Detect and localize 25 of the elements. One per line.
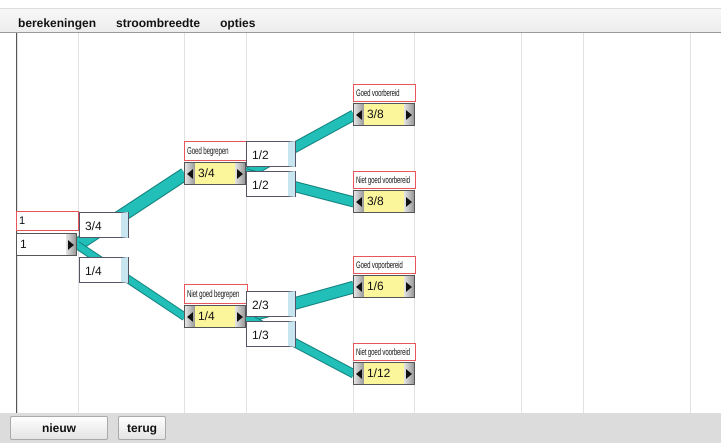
node-label: Niet goed voorbereid: [353, 171, 416, 189]
node-label: Goed voporbereid: [353, 256, 416, 274]
menu-item[interactable]: berekeningen: [18, 16, 96, 32]
branch-box: 1/4: [79, 257, 128, 283]
value-stepper[interactable]: 3/8: [353, 190, 415, 213]
action-button[interactable]: nieuw: [10, 416, 108, 440]
value-stepper[interactable]: 3/8: [353, 103, 415, 126]
branch-box: 1/3: [246, 321, 295, 347]
value-stepper[interactable]: 3/4: [184, 162, 246, 185]
branch-box: 1/2: [246, 141, 295, 167]
branch-box: 1/2: [246, 171, 295, 197]
action-button[interactable]: terug: [118, 416, 166, 440]
menu-item[interactable]: opties: [220, 16, 256, 32]
node-label: Niet goed begrepen: [184, 284, 248, 304]
branch-box: 2/3: [246, 291, 295, 317]
value-stepper[interactable]: 1/6: [353, 275, 415, 298]
node-label: 1: [16, 211, 79, 231]
branch-box: 3/4: [79, 212, 128, 238]
node-label: Goed begrepen: [184, 141, 248, 161]
value-stepper[interactable]: 1/12: [353, 362, 415, 385]
node-label: Niet goed voorbereid: [353, 343, 416, 361]
node-label: Goed voorbereid: [353, 84, 416, 102]
value-stepper[interactable]: 1: [16, 233, 77, 256]
menu-item[interactable]: stroombreedte: [116, 16, 200, 32]
value-stepper[interactable]: 1/4: [184, 305, 246, 328]
